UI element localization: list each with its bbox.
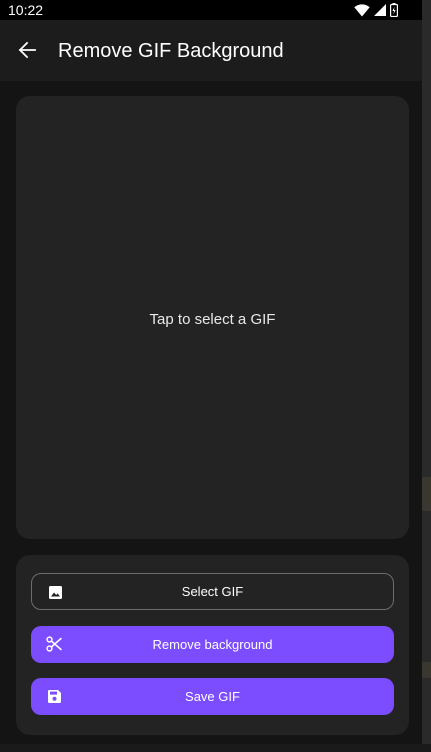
save-gif-label: Save GIF — [185, 689, 240, 704]
wifi-icon — [354, 3, 370, 17]
screen: 10:22 Remove GIF Background Tap to selec… — [0, 0, 431, 752]
status-icons — [354, 2, 398, 18]
back-button[interactable] — [10, 35, 44, 69]
page-title: Remove GIF Background — [58, 40, 284, 62]
preview-hint: Tap to select a GIF — [149, 311, 276, 328]
save-gif-button[interactable]: Save GIF — [31, 678, 394, 715]
status-bar: 10:22 — [0, 0, 422, 20]
select-gif-button[interactable]: Select GIF — [31, 573, 394, 610]
cellular-signal-icon — [374, 4, 386, 16]
app-bar: Remove GIF Background — [0, 20, 422, 81]
select-gif-label: Select GIF — [181, 584, 244, 599]
actions-panel: Select GIF Remove background Save GIF — [16, 555, 409, 735]
gutter-mark — [422, 662, 431, 678]
status-time: 10:22 — [8, 2, 44, 18]
arrow-left-icon — [18, 41, 36, 64]
battery-icon — [390, 3, 398, 17]
gif-preview-area[interactable]: Tap to select a GIF — [16, 96, 409, 539]
gutter-mark — [422, 477, 431, 511]
remove-background-label: Remove background — [152, 637, 273, 652]
bottom-strip — [0, 744, 431, 752]
right-gutter — [422, 0, 431, 752]
remove-background-button[interactable]: Remove background — [31, 626, 394, 663]
